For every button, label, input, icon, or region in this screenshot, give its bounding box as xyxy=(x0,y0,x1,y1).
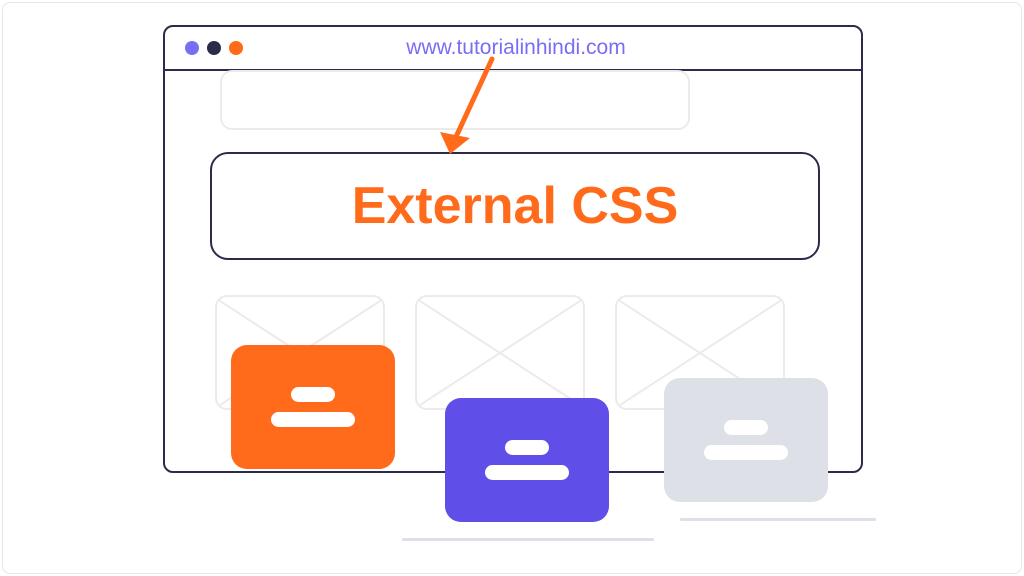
card-orange xyxy=(231,345,395,469)
traffic-light-icon xyxy=(229,41,243,55)
card-bar-icon xyxy=(485,465,569,480)
browser-url: www.tutorialinhindi.com xyxy=(251,36,781,60)
card-bar-icon xyxy=(724,420,768,435)
external-css-container: External CSS xyxy=(210,152,820,260)
wireframe-placeholder xyxy=(220,70,690,130)
card-bar-icon xyxy=(505,440,549,455)
card-shadow xyxy=(402,538,654,541)
page-title: External CSS xyxy=(352,176,679,236)
card-purple xyxy=(445,398,609,522)
traffic-light-icon xyxy=(185,41,199,55)
card-bar-icon xyxy=(704,445,788,460)
traffic-light-icon xyxy=(207,41,221,55)
card-bar-icon xyxy=(271,412,355,427)
card-bar-icon xyxy=(291,387,335,402)
card-shadow xyxy=(680,518,876,521)
wireframe-placeholder xyxy=(415,295,585,410)
browser-header: www.tutorialinhindi.com xyxy=(165,27,861,71)
card-gray xyxy=(664,378,828,502)
